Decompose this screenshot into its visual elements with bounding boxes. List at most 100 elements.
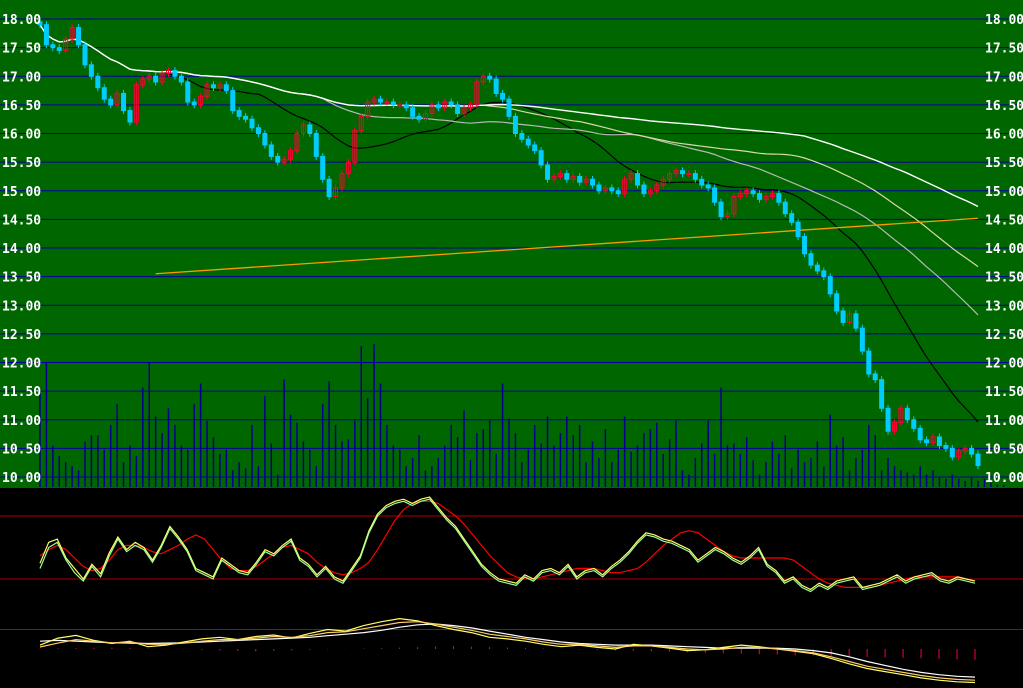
y-tick-label-right: 11.50 <box>985 385 1023 400</box>
candle-body <box>448 101 454 106</box>
candle-body <box>802 236 808 255</box>
candle-body <box>679 170 685 175</box>
candle-body <box>712 187 718 203</box>
candle-body <box>538 150 544 166</box>
candle-body <box>757 193 763 200</box>
y-tick-label-left: 10.50 <box>2 442 41 457</box>
candle-body <box>634 173 640 186</box>
candle-body <box>506 98 512 117</box>
candle-body <box>313 133 319 157</box>
candle-body <box>609 187 615 192</box>
candle-body <box>904 407 910 421</box>
y-tick-label-left: 15.00 <box>2 185 41 200</box>
y-tick-label-right: 12.00 <box>985 357 1023 372</box>
candle-body <box>943 445 949 449</box>
y-tick-label-right: 16.50 <box>985 99 1023 114</box>
y-tick-label-left: 12.50 <box>2 328 41 343</box>
candle-body <box>795 221 801 238</box>
price-axis-left: 18.00 17.50 17.00 16.50 16.00 15.50 15.00 14.50… <box>2 13 41 486</box>
candle-body <box>641 184 647 195</box>
candle-body <box>782 201 788 215</box>
candle-body <box>500 92 506 100</box>
candle-body <box>56 47 62 51</box>
y-tick-label-left: 11.00 <box>2 414 41 429</box>
y-tick-label-right: 10.50 <box>985 442 1023 457</box>
y-tick-label-left: 17.50 <box>2 42 41 57</box>
candle-body <box>255 127 261 135</box>
candle-body <box>268 144 274 157</box>
candle-body <box>975 453 981 467</box>
candle-body <box>410 107 416 117</box>
y-tick-label-left: 13.50 <box>2 271 41 286</box>
candle-body <box>82 44 88 66</box>
y-tick-label-right: 17.00 <box>985 70 1023 85</box>
candle-body <box>949 447 955 458</box>
candle-body <box>384 101 390 104</box>
candle-body <box>397 104 403 107</box>
candle-body <box>378 98 384 103</box>
candle-body <box>243 115 249 120</box>
candle-body <box>403 104 409 109</box>
candle-body <box>821 270 827 278</box>
candle-body <box>326 178 332 197</box>
y-tick-label-right: 16.00 <box>985 128 1023 143</box>
candle-body <box>390 101 396 106</box>
candle-body <box>596 184 602 192</box>
candle-body <box>172 70 178 77</box>
candle-body <box>590 178 596 186</box>
candle-body <box>872 373 878 381</box>
candle-body <box>866 350 872 375</box>
candle-body <box>320 155 326 180</box>
candle-body <box>859 327 865 352</box>
y-tick-label-right: 13.50 <box>985 271 1023 286</box>
candle-body <box>43 24 49 46</box>
candle-body <box>545 164 551 180</box>
candle-body <box>101 87 107 100</box>
candle-body <box>50 44 56 49</box>
candle-body <box>692 173 698 180</box>
price-axis-right: 18.00 17.50 17.00 16.50 16.00 15.50 15.00 14.50… <box>985 13 1023 486</box>
candle-body <box>814 264 820 272</box>
candle-body <box>191 101 197 106</box>
candle-body <box>95 75 101 89</box>
y-tick-label-right: 14.00 <box>985 242 1023 257</box>
y-tick-label-right: 17.50 <box>985 42 1023 57</box>
candle-body <box>840 310 846 323</box>
y-tick-label-left: 18.00 <box>2 13 41 28</box>
candle-body <box>249 118 255 129</box>
candle-body <box>262 133 268 146</box>
y-tick-label-left: 14.00 <box>2 242 41 257</box>
candle-body <box>969 447 975 455</box>
y-tick-label-right: 11.00 <box>985 414 1023 429</box>
y-tick-label-left: 14.50 <box>2 213 41 228</box>
y-tick-label-right: 14.50 <box>985 213 1023 228</box>
candle-body <box>532 144 538 152</box>
stock-chart: 18.00 17.50 17.00 16.50 16.00 15.50 15.00 14.50… <box>0 0 1023 688</box>
candle-body <box>577 175 583 183</box>
y-tick-label-left: 17.00 <box>2 70 41 85</box>
y-tick-label-left: 16.00 <box>2 128 41 143</box>
candle-body <box>519 133 525 140</box>
y-tick-label-left: 15.50 <box>2 156 41 171</box>
candle-body <box>307 124 313 134</box>
candle-body <box>827 276 833 295</box>
y-tick-label-left: 12.00 <box>2 357 41 372</box>
candle-body <box>718 201 724 218</box>
y-tick-label-right: 13.00 <box>985 299 1023 314</box>
candle-body <box>230 90 236 112</box>
candle-body <box>525 138 531 146</box>
candle-body <box>76 27 82 46</box>
candle-body <box>121 92 127 112</box>
y-tick-label-right: 15.00 <box>985 185 1023 200</box>
candle-body <box>776 193 782 203</box>
candle-body <box>853 313 859 329</box>
main-panel-background <box>0 0 1023 488</box>
candle-body <box>153 75 159 83</box>
y-tick-label-right: 18.00 <box>985 13 1023 28</box>
y-tick-label-left: 11.50 <box>2 385 41 400</box>
candle-body <box>750 190 756 195</box>
candle-body <box>275 155 281 163</box>
candle-body <box>178 75 184 83</box>
candle-body <box>512 115 518 134</box>
candle-body <box>705 184 711 189</box>
